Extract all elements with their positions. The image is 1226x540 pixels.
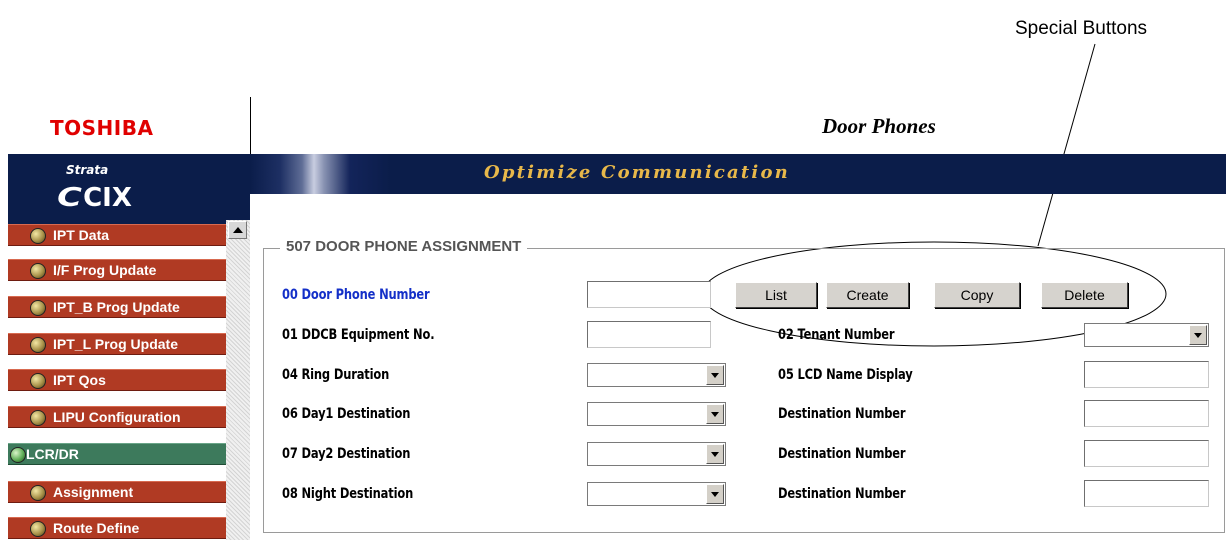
sidebar-item-route-define[interactable]: Route Define — [8, 517, 226, 539]
banner-slogan: Optimize Communication — [484, 162, 790, 183]
sidebar-item-label: I/F Prog Update — [53, 262, 157, 278]
callout-pointer-line — [1037, 43, 1096, 247]
sidebar-item-label: IPT_L Prog Update — [53, 336, 178, 352]
panel-legend: 507 DOOR PHONE ASSIGNMENT — [280, 238, 528, 255]
day1-destination-number-label: Destination Number — [778, 406, 906, 422]
night-destination-number-label: Destination Number — [778, 486, 906, 502]
knob-icon — [30, 263, 46, 279]
sidebar-scrollbar[interactable] — [226, 220, 250, 540]
tenant-number-select[interactable] — [1084, 323, 1209, 347]
sidebar-item-label: IPT_B Prog Update — [53, 299, 180, 315]
knob-icon — [30, 485, 46, 501]
chevron-down-icon[interactable] — [706, 365, 724, 385]
sidebar-item-if-prog-update[interactable]: I/F Prog Update — [8, 259, 226, 281]
sidebar-item-ipt-b-prog-update[interactable]: IPT_B Prog Update — [8, 296, 226, 318]
create-button[interactable]: Create — [826, 282, 909, 308]
night-destination-select[interactable] — [587, 482, 726, 506]
ddcb-equipment-no-label: 01 DDCB Equipment No. — [282, 327, 435, 343]
chevron-down-icon[interactable] — [706, 484, 724, 504]
day2-destination-number-label: Destination Number — [778, 446, 906, 462]
brand-logo: TOSHIBA — [50, 116, 154, 140]
knob-icon — [30, 373, 46, 389]
sidebar-item-label: IPT Data — [53, 227, 110, 243]
night-destination-number-input[interactable] — [1084, 480, 1209, 507]
callout-label: Special Buttons — [1015, 18, 1148, 39]
sidebar-item-ipt-data[interactable]: IPT Data — [8, 224, 226, 246]
chevron-down-icon[interactable] — [706, 444, 724, 464]
arrow-up-icon — [233, 227, 243, 233]
sidebar-item-lipu-configuration[interactable]: LIPU Configuration — [8, 406, 226, 428]
strata-logo-text: Strata — [66, 163, 109, 177]
door-phone-number-input[interactable] — [587, 281, 711, 308]
chevron-down-icon[interactable] — [1189, 325, 1207, 345]
sidebar-item-assignment[interactable]: Assignment — [8, 481, 226, 503]
list-button[interactable]: List — [735, 282, 817, 308]
day2-destination-select[interactable] — [587, 442, 726, 466]
day2-destination-number-input[interactable] — [1084, 440, 1209, 467]
sidebar-item-label: Assignment — [53, 484, 134, 500]
sidebar-item-lcr-dr[interactable]: LCR/DR — [8, 443, 226, 465]
knob-icon — [30, 410, 46, 426]
delete-button[interactable]: Delete — [1041, 282, 1128, 308]
header-divider — [250, 97, 251, 154]
day1-destination-number-input[interactable] — [1084, 400, 1209, 427]
sidebar-item-label: Route Define — [53, 520, 140, 536]
ring-duration-select[interactable] — [587, 363, 726, 387]
copy-button[interactable]: Copy — [934, 282, 1020, 308]
door-phone-number-label: 00 Door Phone Number — [282, 287, 430, 303]
knob-icon — [30, 521, 46, 537]
knob-icon — [30, 228, 46, 244]
sidebar-item-ipt-qos[interactable]: IPT Qos — [8, 369, 226, 391]
cix-logo-text: CIX — [83, 183, 132, 213]
ring-duration-label: 04 Ring Duration — [282, 367, 390, 383]
lcd-name-display-input[interactable] — [1084, 361, 1209, 388]
day2-destination-label: 07 Day2 Destination — [282, 446, 411, 462]
chevron-down-icon[interactable] — [706, 404, 724, 424]
lcd-name-display-label: 05 LCD Name Display — [778, 367, 913, 383]
day1-destination-select[interactable] — [587, 402, 726, 426]
night-destination-label: 08 Night Destination — [282, 486, 414, 502]
cix-swoosh-icon: C — [57, 183, 82, 213]
cix-logo: CCIX — [57, 183, 132, 213]
sidebar-item-label: LCR/DR — [26, 446, 79, 462]
expanded-knob-icon — [10, 447, 26, 463]
ddcb-equipment-no-input[interactable] — [587, 321, 711, 348]
page-title: Door Phones — [822, 114, 936, 138]
day1-destination-label: 06 Day1 Destination — [282, 406, 411, 422]
sidebar-item-label: LIPU Configuration — [53, 409, 181, 425]
tenant-number-label: 02 Tenant Number — [778, 327, 895, 343]
sidebar-item-label: IPT Qos — [53, 372, 106, 388]
knob-icon — [30, 337, 46, 353]
sidebar-item-ipt-l-prog-update[interactable]: IPT_L Prog Update — [8, 333, 226, 355]
knob-icon — [30, 300, 46, 316]
